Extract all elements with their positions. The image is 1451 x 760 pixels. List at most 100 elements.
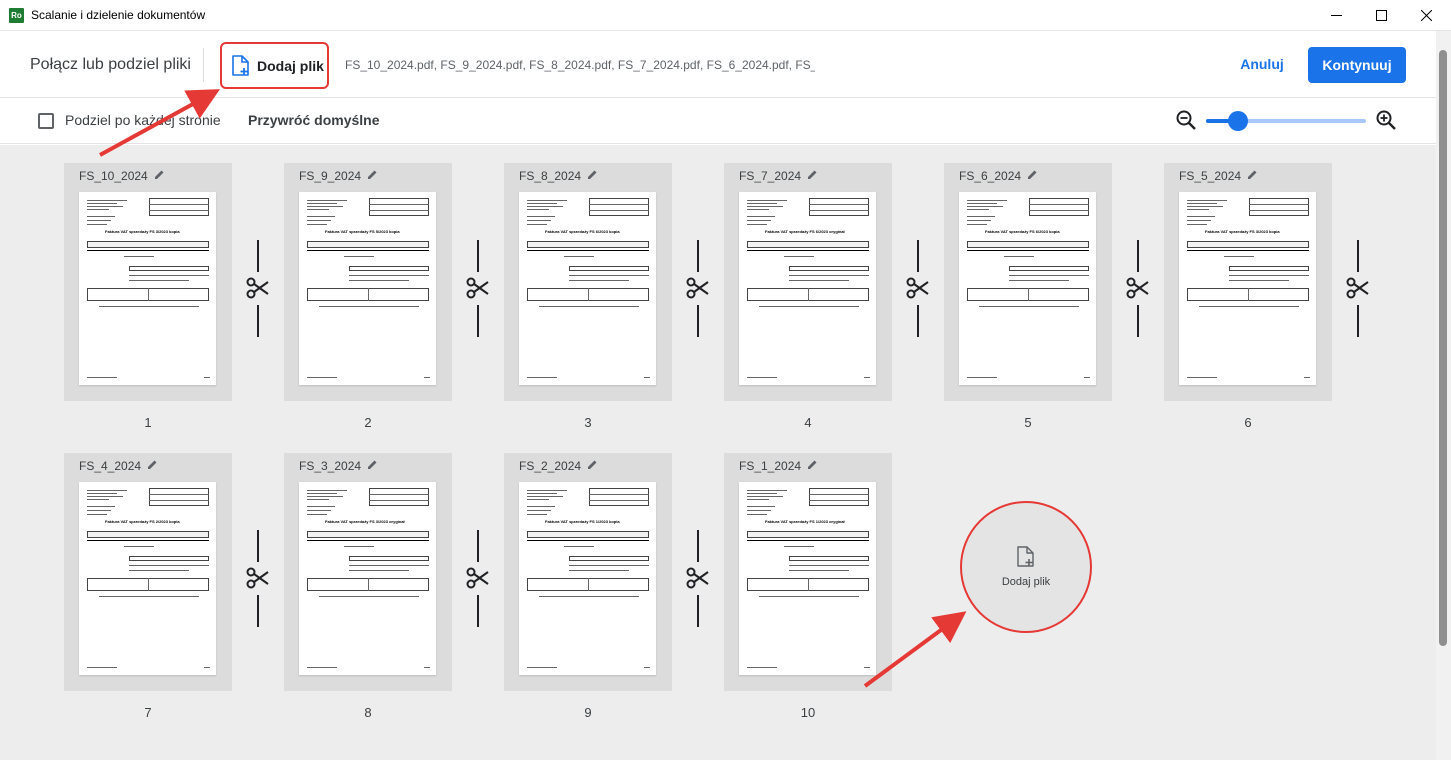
split-line (1357, 240, 1359, 272)
document-page-thumbnail[interactable]: Faktura VAT sprzedaży FS 2/2023 kopia (79, 482, 216, 675)
page-number: 8 (364, 705, 372, 720)
document-name[interactable]: FS_7_2024 (739, 169, 801, 183)
scissors-icon (1346, 277, 1369, 299)
split-line (697, 305, 699, 337)
document-card[interactable]: FS_4_2024 Faktura VAT sprzedaży FS 2/202… (64, 453, 232, 691)
document-card[interactable]: FS_6_2024 Faktura VAT sprzedaży FS 6/202… (944, 163, 1112, 401)
split-line (917, 240, 919, 272)
cancel-button[interactable]: Anuluj (1230, 48, 1294, 80)
rename-pencil-icon[interactable] (367, 169, 378, 180)
reset-defaults-button[interactable]: Przywróć domyślne (248, 112, 380, 128)
document-thumbnail-title: Faktura VAT sprzedaży FS 5/2023 kopia (325, 229, 400, 234)
split-scissors-toggle[interactable] (1126, 240, 1150, 337)
scrollbar-thumb[interactable] (1439, 50, 1447, 646)
scissors-icon (466, 277, 489, 299)
minimize-icon (1330, 15, 1342, 16)
document-name[interactable]: FS_3_2024 (299, 459, 361, 473)
document-thumbnail-title: Faktura VAT sprzedaży FS 6/2023 oryginał (765, 229, 845, 234)
scissors-icon (906, 277, 929, 299)
page-number: 9 (584, 705, 592, 720)
document-card[interactable]: FS_9_2024 Faktura VAT sprzedaży FS 5/202… (284, 163, 452, 401)
rename-pencil-icon[interactable] (154, 169, 165, 180)
page-number: 4 (804, 415, 812, 430)
scissors-icon (246, 277, 269, 299)
document-name-row: FS_1_2024 (739, 459, 818, 473)
page-number: 2 (364, 415, 372, 430)
dialog-title: Połącz lub podziel pliki (30, 56, 191, 73)
document-name[interactable]: FS_10_2024 (79, 169, 148, 183)
document-page-thumbnail[interactable]: Faktura VAT sprzedaży FS 3/2023 kopia (1179, 192, 1316, 385)
document-card[interactable]: FS_7_2024 Faktura VAT sprzedaży FS 6/202… (724, 163, 892, 401)
main-toolbar: Połącz lub podziel pliki Dodaj plik FS_1… (0, 31, 1436, 98)
document-name[interactable]: FS_5_2024 (1179, 169, 1241, 183)
rename-pencil-icon[interactable] (587, 169, 598, 180)
split-scissors-toggle[interactable] (466, 240, 490, 337)
document-page-thumbnail[interactable]: Faktura VAT sprzedaży FS 6/2023 kopia (519, 192, 656, 385)
document-page-thumbnail[interactable]: Faktura VAT sprzedaży FS 5/2023 kopia (299, 192, 436, 385)
document-name-row: FS_10_2024 (79, 169, 165, 183)
document-name[interactable]: FS_8_2024 (519, 169, 581, 183)
split-scissors-toggle[interactable] (906, 240, 930, 337)
zoom-slider-thumb[interactable] (1228, 111, 1248, 131)
page-number: 3 (584, 415, 592, 430)
split-each-page-label[interactable]: Podziel po każdej stronie (65, 112, 221, 128)
add-file-button[interactable]: Dodaj plik (220, 42, 329, 89)
split-line (257, 240, 259, 272)
document-page-thumbnail[interactable]: Faktura VAT sprzedaży FS 3/2023 kopia (79, 192, 216, 385)
split-scissors-toggle[interactable] (466, 530, 490, 627)
document-card[interactable]: FS_2_2024 Faktura VAT sprzedaży FS 1/202… (504, 453, 672, 691)
scissors-icon (686, 567, 709, 589)
rename-pencil-icon[interactable] (1027, 169, 1038, 180)
document-name[interactable]: FS_1_2024 (739, 459, 801, 473)
split-scissors-toggle[interactable] (686, 240, 710, 337)
document-card[interactable]: FS_5_2024 Faktura VAT sprzedaży FS 3/202… (1164, 163, 1332, 401)
document-page-thumbnail[interactable]: Faktura VAT sprzedaży FS 3/2023 oryginał (299, 482, 436, 675)
minimize-button[interactable] (1313, 0, 1359, 31)
continue-button[interactable]: Kontynuuj (1308, 47, 1406, 83)
document-card[interactable]: FS_10_2024 Faktura VAT sprzedaży FS 3/20… (64, 163, 232, 401)
rename-pencil-icon[interactable] (807, 169, 818, 180)
document-name[interactable]: FS_4_2024 (79, 459, 141, 473)
split-line (477, 305, 479, 337)
zoom-out-icon[interactable] (1175, 109, 1197, 131)
split-scissors-toggle[interactable] (246, 240, 270, 337)
document-name[interactable]: FS_6_2024 (959, 169, 1021, 183)
document-thumbnail-title: Faktura VAT sprzedaży FS 3/2023 kopia (105, 229, 180, 234)
rename-pencil-icon[interactable] (1247, 169, 1258, 180)
document-name-row: FS_6_2024 (959, 169, 1038, 183)
zoom-in-icon[interactable] (1375, 109, 1397, 131)
options-toolbar: Podziel po każdej stronie Przywróć domyś… (0, 98, 1436, 144)
rename-pencil-icon[interactable] (147, 459, 158, 470)
split-line (1137, 305, 1139, 337)
document-thumbnail-title: Faktura VAT sprzedaży FS 1/2023 oryginał (765, 519, 845, 524)
document-name-row: FS_8_2024 (519, 169, 598, 183)
scissors-icon (246, 567, 269, 589)
document-card[interactable]: FS_8_2024 Faktura VAT sprzedaży FS 6/202… (504, 163, 672, 401)
close-button[interactable] (1403, 0, 1449, 31)
document-page-thumbnail[interactable]: Faktura VAT sprzedaży FS 1/2023 kopia (519, 482, 656, 675)
document-card[interactable]: FS_1_2024 Faktura VAT sprzedaży FS 1/202… (724, 453, 892, 691)
add-file-tile[interactable]: Dodaj plik (960, 501, 1092, 633)
document-name[interactable]: FS_9_2024 (299, 169, 361, 183)
document-thumbnail-title: Faktura VAT sprzedaży FS 3/2023 oryginał (325, 519, 405, 524)
maximize-button[interactable] (1358, 0, 1404, 31)
add-file-icon (1017, 546, 1034, 567)
rename-pencil-icon[interactable] (367, 459, 378, 470)
document-page-thumbnail[interactable]: Faktura VAT sprzedaży FS 6/2023 kopia (959, 192, 1096, 385)
add-file-tile-label: Dodaj plik (1001, 576, 1051, 588)
split-line (1137, 240, 1139, 272)
split-scissors-toggle[interactable] (686, 530, 710, 627)
split-each-page-checkbox[interactable] (38, 113, 54, 129)
document-page-thumbnail[interactable]: Faktura VAT sprzedaży FS 1/2023 oryginał (739, 482, 876, 675)
app-logo-icon: Ro (9, 8, 24, 23)
document-thumbnail-title: Faktura VAT sprzedaży FS 3/2023 kopia (1205, 229, 1280, 234)
document-page-thumbnail[interactable]: Faktura VAT sprzedaży FS 6/2023 oryginał (739, 192, 876, 385)
split-scissors-toggle[interactable] (1346, 240, 1370, 337)
rename-pencil-icon[interactable] (587, 459, 598, 470)
page-number: 6 (1244, 415, 1252, 430)
document-name[interactable]: FS_2_2024 (519, 459, 581, 473)
split-scissors-toggle[interactable] (246, 530, 270, 627)
document-card[interactable]: FS_3_2024 Faktura VAT sprzedaży FS 3/202… (284, 453, 452, 691)
rename-pencil-icon[interactable] (807, 459, 818, 470)
scissors-icon (1126, 277, 1149, 299)
